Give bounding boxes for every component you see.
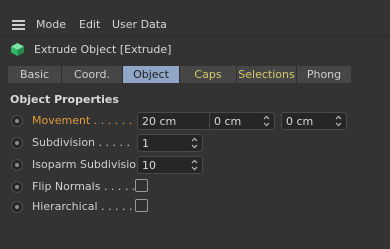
animate-radio-icon[interactable]: [11, 159, 23, 171]
property-row-hierarchical: Hierarchical . . . . . .: [0, 198, 390, 216]
animate-radio-icon[interactable]: [11, 181, 23, 193]
tab-caps[interactable]: Caps: [180, 66, 237, 83]
section-title: Object Properties: [10, 93, 119, 106]
spinner-arrows-icon[interactable]: [263, 115, 270, 127]
animate-radio-icon[interactable]: [11, 137, 23, 149]
object-header: Extrude Object [Extrude]: [0, 40, 390, 60]
movement-label: Movement . . . . . .: [32, 114, 133, 127]
property-row-subdivision: Subdivision . . . . . 1: [0, 134, 390, 152]
flip-normals-checkbox[interactable]: [135, 179, 148, 192]
movement-y-field[interactable]: 0 cm: [209, 112, 275, 130]
subdivision-field[interactable]: 1: [137, 134, 203, 152]
object-title: Extrude Object [Extrude]: [34, 43, 172, 56]
tab-phong[interactable]: Phong: [297, 66, 351, 83]
hamburger-menu-icon[interactable]: [12, 19, 25, 30]
property-row-isoparm: Isoparm Subdivision 10: [0, 156, 390, 174]
subdivision-label: Subdivision . . . . .: [32, 136, 130, 149]
menu-divider: [0, 36, 390, 37]
property-row-flip-normals: Flip Normals . . . . .: [0, 178, 390, 196]
hierarchical-checkbox[interactable]: [135, 199, 148, 212]
hierarchical-label: Hierarchical . . . . . .: [32, 200, 140, 213]
property-row-movement: Movement . . . . . . 20 cm 0 cm 0 cm: [0, 112, 390, 130]
extrude-object-icon: [11, 43, 24, 56]
menu-edit[interactable]: Edit: [79, 18, 100, 31]
animate-radio-icon[interactable]: [11, 115, 23, 127]
tab-coord[interactable]: Coord.: [62, 66, 123, 83]
movement-z-field[interactable]: 0 cm: [281, 112, 347, 130]
menu-mode[interactable]: Mode: [36, 18, 66, 31]
tab-basic[interactable]: Basic: [8, 66, 62, 83]
menu-bar: Mode Edit User Data: [0, 14, 390, 35]
tab-object[interactable]: Object: [123, 66, 180, 83]
flip-normals-label: Flip Normals . . . . .: [32, 180, 136, 193]
attribute-tabs: Basic Coord. Object Caps Selections Phon…: [8, 66, 351, 83]
animate-radio-icon[interactable]: [11, 201, 23, 213]
isoparm-field[interactable]: 10: [137, 156, 203, 174]
isoparm-label: Isoparm Subdivision: [32, 158, 143, 171]
spinner-arrows-icon[interactable]: [191, 137, 198, 149]
menu-user-data[interactable]: User Data: [112, 18, 167, 31]
spinner-arrows-icon[interactable]: [335, 115, 342, 127]
spinner-arrows-icon[interactable]: [191, 159, 198, 171]
tab-selections[interactable]: Selections: [237, 66, 297, 83]
